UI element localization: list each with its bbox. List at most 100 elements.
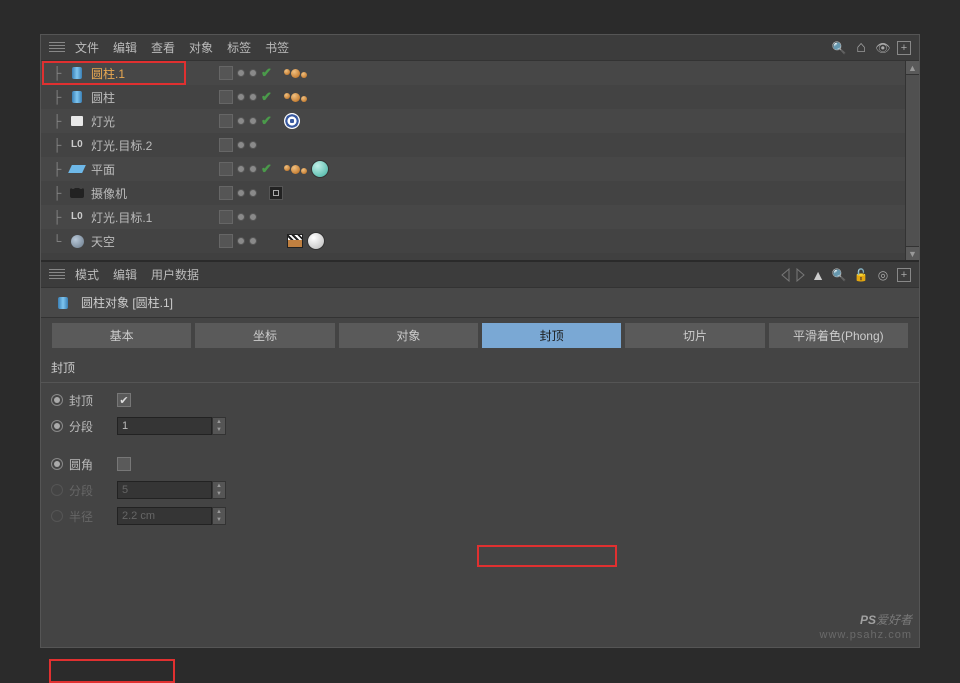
phong-tag-icon[interactable] bbox=[284, 165, 307, 174]
visibility-editor[interactable] bbox=[237, 93, 245, 101]
menu-mode[interactable]: 模式 bbox=[75, 266, 99, 283]
phong-tag-icon[interactable] bbox=[284, 93, 307, 102]
visibility-editor[interactable] bbox=[237, 213, 245, 221]
enable-check[interactable]: ✔ bbox=[261, 89, 272, 105]
target-tag-icon[interactable] bbox=[284, 113, 300, 129]
visibility-editor[interactable] bbox=[237, 237, 245, 245]
visibility-render[interactable] bbox=[249, 237, 257, 245]
phong-tag-icon[interactable] bbox=[284, 69, 307, 78]
eye-icon[interactable]: 👁 bbox=[875, 40, 891, 56]
search-icon[interactable]: 🔍 bbox=[831, 267, 847, 283]
tab-coord[interactable]: 坐标 bbox=[194, 322, 335, 349]
visibility-editor[interactable] bbox=[237, 165, 245, 173]
view-icon[interactable] bbox=[49, 40, 65, 56]
add-icon[interactable]: + bbox=[897, 268, 911, 282]
object-row[interactable]: ├ 平面 ✔ bbox=[41, 157, 905, 181]
add-icon[interactable]: + bbox=[897, 41, 911, 55]
plane-icon bbox=[69, 162, 85, 176]
object-row[interactable]: ├ 圆柱.1 ✔ bbox=[41, 61, 905, 85]
visibility-render[interactable] bbox=[249, 213, 257, 221]
object-name[interactable]: 天空 bbox=[89, 233, 115, 250]
menu-bookmarks[interactable]: 书签 bbox=[265, 39, 289, 56]
view-icon[interactable] bbox=[49, 267, 65, 283]
target-icon[interactable]: ◎ bbox=[875, 267, 891, 283]
object-list: ├ 圆柱.1 ✔ bbox=[41, 61, 919, 260]
object-row[interactable]: └ 天空 bbox=[41, 229, 905, 253]
menu-edit[interactable]: 编辑 bbox=[113, 39, 137, 56]
segments-spinner[interactable]: ▲▼ bbox=[212, 417, 226, 435]
enable-check[interactable]: ✔ bbox=[261, 161, 272, 177]
visibility-editor[interactable] bbox=[237, 141, 245, 149]
layer-toggle[interactable] bbox=[219, 210, 233, 224]
camera-icon bbox=[69, 186, 85, 200]
object-row[interactable]: ├ 圆柱 ✔ bbox=[41, 85, 905, 109]
visibility-render[interactable] bbox=[249, 117, 257, 125]
object-name[interactable]: 平面 bbox=[89, 161, 115, 178]
visibility-render[interactable] bbox=[249, 165, 257, 173]
scroll-up-icon[interactable]: ▲ bbox=[906, 61, 919, 75]
visibility-render[interactable] bbox=[249, 93, 257, 101]
visibility-editor[interactable] bbox=[237, 117, 245, 125]
tab-basic[interactable]: 基本 bbox=[51, 322, 192, 349]
navigate-up-icon[interactable]: ▲ bbox=[811, 267, 825, 283]
visibility-editor[interactable] bbox=[237, 69, 245, 77]
layer-toggle[interactable] bbox=[219, 162, 233, 176]
caps-checkbox[interactable]: ✔ bbox=[117, 393, 131, 407]
object-name[interactable]: 圆柱.1 bbox=[89, 65, 125, 82]
radius-input bbox=[117, 507, 212, 525]
section-title: 封顶 bbox=[41, 353, 919, 383]
object-name[interactable]: 灯光.目标.2 bbox=[89, 137, 152, 154]
attribute-title: 圆柱对象 [圆柱.1] bbox=[81, 294, 173, 311]
prop-bullet[interactable] bbox=[51, 420, 63, 432]
layer-toggle[interactable] bbox=[219, 66, 233, 80]
visibility-render[interactable] bbox=[249, 69, 257, 77]
layer-toggle[interactable] bbox=[219, 90, 233, 104]
enable-check[interactable]: ✔ bbox=[261, 113, 272, 129]
tab-phong[interactable]: 平滑着色(Phong) bbox=[768, 322, 909, 349]
visibility-editor[interactable] bbox=[237, 189, 245, 197]
tab-object[interactable]: 对象 bbox=[338, 322, 479, 349]
object-name[interactable]: 灯光 bbox=[89, 113, 115, 130]
menu-file[interactable]: 文件 bbox=[75, 39, 99, 56]
menu-edit[interactable]: 编辑 bbox=[113, 266, 137, 283]
scrollbar[interactable]: ▲ ▼ bbox=[905, 61, 919, 260]
prop-bullet[interactable] bbox=[51, 394, 63, 406]
object-manager-toolbar: 文件 编辑 查看 对象 标签 书签 🔍 ⌂ 👁 + bbox=[41, 35, 919, 61]
menu-tags[interactable]: 标签 bbox=[227, 39, 251, 56]
search-icon[interactable]: 🔍 bbox=[831, 40, 847, 56]
protection-tag-icon[interactable] bbox=[269, 186, 283, 200]
scroll-down-icon[interactable]: ▼ bbox=[906, 246, 919, 260]
object-row[interactable]: ├ L0 灯光.目标.2 bbox=[41, 133, 905, 157]
menu-object[interactable]: 对象 bbox=[189, 39, 213, 56]
tab-slice[interactable]: 切片 bbox=[624, 322, 765, 349]
layer-toggle[interactable] bbox=[219, 234, 233, 248]
layer-toggle[interactable] bbox=[219, 138, 233, 152]
segments-input[interactable] bbox=[117, 417, 212, 435]
compositing-tag-icon[interactable] bbox=[287, 234, 303, 248]
object-name[interactable]: 摄像机 bbox=[89, 185, 127, 202]
fillet-checkbox[interactable] bbox=[117, 457, 131, 471]
nav-back-forward-icon[interactable] bbox=[781, 268, 805, 282]
prop-bullet[interactable] bbox=[51, 458, 63, 470]
tab-caps[interactable]: 封顶 bbox=[481, 322, 622, 349]
object-row[interactable]: ├ L0 灯光.目标.1 bbox=[41, 205, 905, 229]
visibility-render[interactable] bbox=[249, 189, 257, 197]
visibility-render[interactable] bbox=[249, 141, 257, 149]
object-name[interactable]: 灯光.目标.1 bbox=[89, 209, 152, 226]
lock-icon[interactable]: 🔓 bbox=[853, 267, 869, 283]
object-row[interactable]: ├ 灯光 ✔ bbox=[41, 109, 905, 133]
home-icon[interactable]: ⌂ bbox=[853, 40, 869, 56]
object-name[interactable]: 圆柱 bbox=[89, 89, 115, 106]
prop-label-radius: 半径 bbox=[69, 508, 111, 525]
enable-check[interactable]: ✔ bbox=[261, 65, 272, 81]
menu-view[interactable]: 查看 bbox=[151, 39, 175, 56]
layer-toggle[interactable] bbox=[219, 114, 233, 128]
material-tag-icon[interactable] bbox=[311, 160, 329, 178]
null-icon: L0 bbox=[69, 138, 85, 152]
sky-icon bbox=[69, 234, 85, 248]
object-row[interactable]: ├ 摄像机 bbox=[41, 181, 905, 205]
highlight-box bbox=[477, 545, 617, 567]
menu-userdata[interactable]: 用户数据 bbox=[151, 266, 199, 283]
layer-toggle[interactable] bbox=[219, 186, 233, 200]
material-tag-icon[interactable] bbox=[307, 232, 325, 250]
